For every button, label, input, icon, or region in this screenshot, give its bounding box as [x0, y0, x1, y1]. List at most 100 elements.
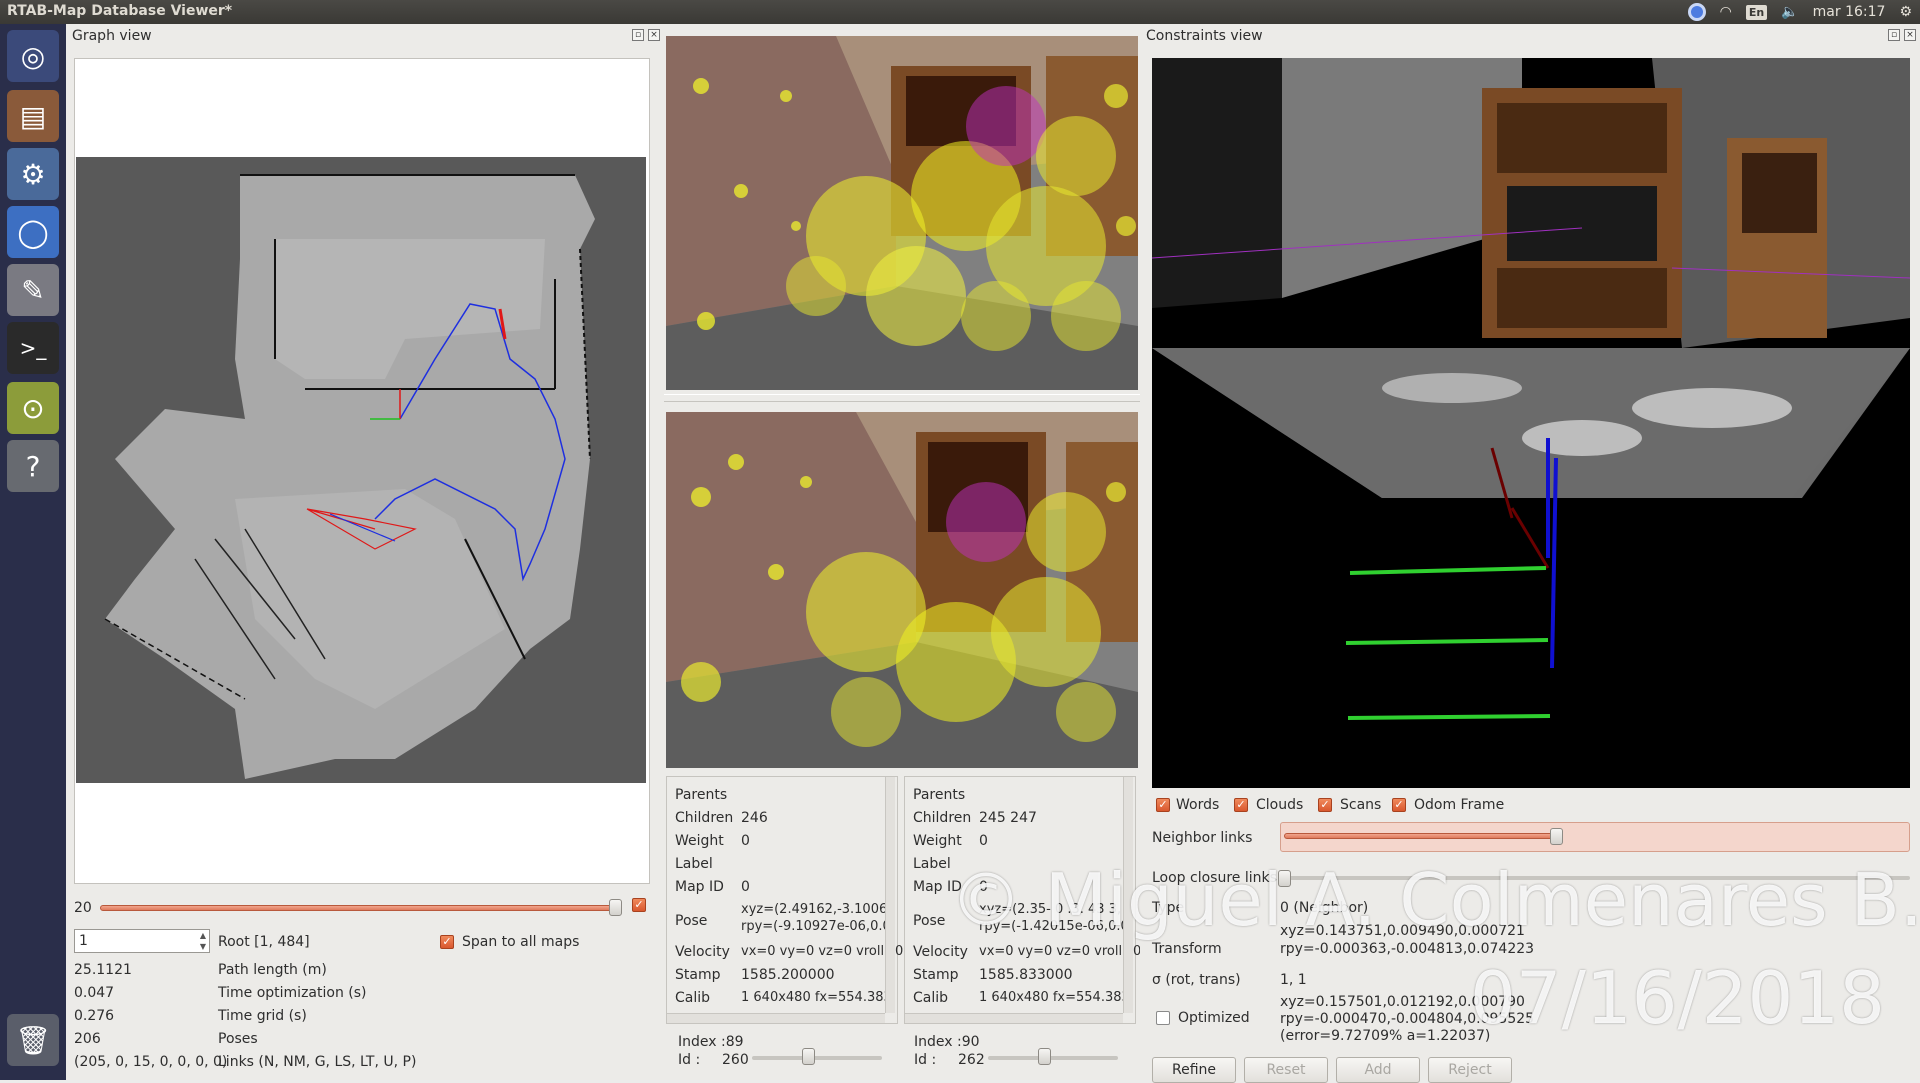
graph-slider-checkbox[interactable]: ✓ [632, 898, 646, 912]
node-b-slider[interactable] [988, 1056, 1118, 1060]
watermark-author: © Miguel A. Colmenares B. [950, 858, 1920, 942]
chromium-icon[interactable]: ◯ [7, 206, 59, 258]
close-icon[interactable]: × [1904, 29, 1916, 41]
id-a-label: Id : [678, 1052, 701, 1068]
root-spinbox-value[interactable]: 1 [79, 933, 88, 949]
node-a-hscrollbar[interactable] [667, 1013, 885, 1023]
float-button[interactable]: ▫ [1888, 29, 1900, 41]
calib-label: Calib [675, 990, 711, 1006]
velocity-label: Velocity [675, 944, 730, 960]
float-button[interactable]: ▫ [632, 29, 644, 41]
help-icon[interactable]: ? [7, 440, 59, 492]
index-b-label: Index :90 [914, 1034, 980, 1050]
scans-label: Scans [1340, 797, 1382, 813]
velocity-value: vx=0 vy=0 vz=0 vroll=0 [741, 944, 904, 959]
reject-button[interactable]: Reject [1428, 1057, 1512, 1083]
graph-slider-handle[interactable] [609, 899, 622, 916]
neighbor-links-handle[interactable] [1550, 828, 1563, 845]
span-to-all-maps-label: Span to all maps [462, 934, 580, 950]
settings-icon[interactable]: ⚙ [7, 148, 59, 200]
index-a-label: Index :89 [678, 1034, 744, 1050]
splitter-handle[interactable] [664, 394, 1140, 402]
stamp-value: 1585.833000 [979, 967, 1073, 983]
optimized-checkbox[interactable] [1156, 1011, 1170, 1025]
pose-label: Pose [675, 913, 708, 929]
stamp-value: 1585.200000 [741, 967, 835, 983]
system-tray: ◠ En 🔈 mar 16:17 ⚙ [1687, 2, 1912, 22]
sigma-label: σ (rot, trans) [1152, 972, 1241, 988]
add-button[interactable]: Add [1336, 1057, 1420, 1083]
graph-slider-value: 20 [74, 900, 92, 916]
words-checkbox[interactable]: ✓ [1156, 798, 1170, 812]
calib-label: Calib [913, 990, 949, 1006]
graph-canvas[interactable] [74, 58, 650, 884]
watermark-date: 07/16/2018 [1470, 956, 1885, 1040]
odom-frame-checkbox[interactable]: ✓ [1392, 798, 1406, 812]
clouds-checkbox[interactable]: ✓ [1234, 798, 1248, 812]
wifi-icon[interactable]: ◠ [1720, 4, 1732, 20]
terminal-icon[interactable]: >_ [7, 322, 59, 374]
chromium-tray-icon[interactable] [1687, 3, 1706, 21]
constraints-3d-view[interactable] [1152, 58, 1910, 788]
image-view-b[interactable] [666, 412, 1138, 768]
id-b-label: Id : [914, 1052, 937, 1068]
reset-button[interactable]: Reset [1244, 1057, 1328, 1083]
close-icon[interactable]: × [648, 29, 660, 41]
neighbor-links-label: Neighbor links [1152, 830, 1253, 846]
trash-icon[interactable]: 🗑 [7, 1014, 59, 1066]
point-cloud-render [1152, 58, 1910, 788]
image-view-a[interactable] [666, 36, 1138, 390]
label-label: Label [675, 856, 713, 872]
stamp-label: Stamp [675, 967, 721, 983]
graph-view-title: Graph view [72, 28, 152, 44]
root-spinbox[interactable]: 1 ▲ ▼ [74, 929, 210, 953]
node-b-slider-handle[interactable] [1038, 1048, 1051, 1065]
spin-arrows-icon[interactable]: ▲ ▼ [200, 930, 206, 952]
scans-checkbox[interactable]: ✓ [1318, 798, 1332, 812]
weight-value: 0 [979, 833, 988, 849]
keyboard-layout-indicator[interactable]: En [1745, 4, 1768, 20]
node-a-slider-handle[interactable] [802, 1048, 815, 1065]
children-label: Children [913, 810, 972, 826]
velocity-value: vx=0 vy=0 vz=0 vroll=0 [979, 944, 1142, 959]
ubuntu-dash-icon[interactable]: ◎ [7, 30, 59, 82]
occupancy-grid-map [76, 157, 646, 783]
weight-label: Weight [913, 833, 962, 849]
neighbor-links-slider[interactable] [1280, 822, 1910, 852]
clock[interactable]: mar 16:17 [1813, 4, 1886, 20]
stamp-label: Stamp [913, 967, 959, 983]
node-a-slider[interactable] [752, 1056, 882, 1060]
files-icon[interactable]: ▤ [7, 90, 59, 142]
weight-value: 0 [741, 833, 750, 849]
span-to-all-maps-checkbox[interactable]: ✓ [440, 935, 454, 949]
transform-label: Transform [1152, 941, 1222, 957]
constraints-view-title: Constraints view [1146, 28, 1263, 44]
children-value: 246 [741, 810, 768, 826]
stat-value: 0.047 [74, 985, 115, 1001]
pose-label: Pose [913, 913, 946, 929]
pose-xyz-value: xyz=(2.49162,-3.10066 [741, 902, 896, 917]
velocity-label: Velocity [913, 944, 968, 960]
node-a-scrollbar[interactable] [885, 777, 895, 1013]
camera-image-a [666, 36, 1138, 390]
graph-iteration-slider[interactable] [100, 905, 616, 911]
calib-value: 1 640x480 fx=554.383 [979, 990, 1130, 1005]
parents-label: Parents [675, 787, 728, 803]
node-info-a: Parents Children 246 Weight 0 Label Map … [666, 776, 903, 1024]
root-label: Root [1, 484] [218, 934, 310, 950]
label-label: Label [913, 856, 951, 872]
gear-icon[interactable]: ⚙ [1899, 4, 1912, 20]
optimized-error-value: (error=9.72709% a=1.22037) [1280, 1028, 1491, 1044]
stat-value: 0.276 [74, 1008, 115, 1024]
refine-button[interactable]: Refine [1152, 1057, 1236, 1083]
calib-value: 1 640x480 fx=554.383 [741, 990, 892, 1005]
text-editor-icon[interactable]: ✎ [7, 264, 59, 316]
stat-value: (205, 0, 15, 0, 0, 0, 0) [74, 1054, 228, 1070]
camera-image-b [666, 412, 1138, 768]
odom-frame-label: Odom Frame [1414, 797, 1505, 813]
node-b-hscrollbar[interactable] [905, 1013, 1123, 1023]
sigma-value: 1, 1 [1280, 972, 1307, 988]
volume-icon[interactable]: 🔈 [1781, 4, 1798, 20]
neighbor-links-fill [1284, 833, 1560, 839]
image-viewer-icon[interactable]: ⊙ [7, 382, 59, 434]
